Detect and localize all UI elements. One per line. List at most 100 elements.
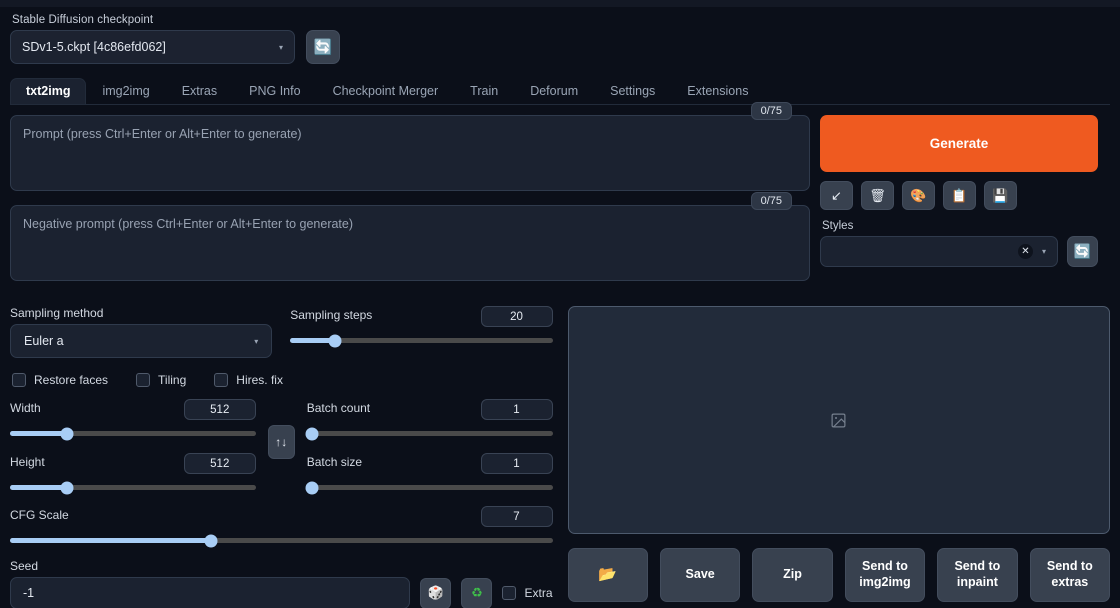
zip-button[interactable]: Zip xyxy=(752,548,833,602)
negative-prompt-input[interactable] xyxy=(10,205,810,281)
cfg-scale-value[interactable]: 7 xyxy=(480,506,553,527)
tiling-checkbox[interactable]: Tiling xyxy=(136,373,186,387)
slider-handle[interactable] xyxy=(204,534,218,547)
tab-checkpoint-merger[interactable]: Checkpoint Merger xyxy=(317,79,455,105)
batch-column: Batch count 1 Batch size 1 xyxy=(305,399,553,494)
generate-button[interactable]: Generate xyxy=(820,115,1098,172)
extra-seed-label: Extra xyxy=(524,586,553,600)
save-style-icon[interactable]: 💾 xyxy=(984,181,1017,210)
send-to-extras-button[interactable]: Send to extras xyxy=(1029,548,1111,602)
styles-select[interactable]: ✕ ▾ xyxy=(820,236,1058,267)
checkpoint-label: Stable Diffusion checkpoint xyxy=(12,14,154,26)
seed-row: 🎲 ♻ Extra xyxy=(10,577,553,608)
tab-img2img[interactable]: img2img xyxy=(86,79,165,105)
settings-panel: Sampling method Euler a ▾ Sampling steps… xyxy=(10,306,553,608)
tab-settings[interactable]: Settings xyxy=(594,79,671,105)
slider-handle[interactable] xyxy=(305,481,319,494)
output-button-row: 📂 Save Zip Send to img2img Send to inpaint… xyxy=(567,548,1111,602)
slider-handle[interactable] xyxy=(60,427,74,440)
paintbrush-icon[interactable]: 🎨 xyxy=(902,181,935,210)
batch-count-slider[interactable] xyxy=(305,427,553,440)
batch-count-head: Batch count 1 xyxy=(307,399,553,420)
send-to-arrow-icon[interactable]: ↙ xyxy=(820,181,853,210)
dice-icon[interactable]: 🎲 xyxy=(420,577,452,608)
slider-fill xyxy=(10,485,67,490)
sampling-steps-label: Sampling steps xyxy=(290,307,373,322)
save-button[interactable]: Save xyxy=(659,548,741,602)
prompt-wrap: 0/75 xyxy=(10,102,810,196)
toggles-row: Restore faces Tiling Hires. fix xyxy=(12,373,553,387)
tab-train[interactable]: Train xyxy=(454,79,514,105)
batch-count-label: Batch count xyxy=(306,400,371,415)
tab-txt2img[interactable]: txt2img xyxy=(10,77,87,104)
slider-handle[interactable] xyxy=(60,481,74,494)
sampler-steps-row: Sampling method Euler a ▾ Sampling steps… xyxy=(10,306,553,358)
top-bar xyxy=(0,0,1120,7)
hires-fix-checkbox[interactable]: Hires. fix xyxy=(214,373,283,387)
extra-seed-checkbox[interactable]: Extra xyxy=(502,586,553,600)
prompt-zone: 0/75 0/75 Generate ↙ 🗑 🎨 📋 💾 Styles ✕ xyxy=(10,102,1110,295)
tiling-label: Tiling xyxy=(158,373,187,387)
clipboard-icon[interactable]: 📋 xyxy=(943,181,976,210)
refresh-checkpoints-icon[interactable]: 🔄 xyxy=(306,30,340,64)
batch-size-head: Batch size 1 xyxy=(307,453,553,474)
close-icon[interactable]: ✕ xyxy=(1017,244,1033,259)
dimensions-row: Width 512 Height 512 ↑↓ Batch count 1 Ba… xyxy=(10,399,553,494)
checkbox-box xyxy=(214,373,229,387)
sampling-steps-value[interactable]: 20 xyxy=(480,306,553,327)
trash-icon[interactable]: 🗑 xyxy=(861,181,894,210)
sampling-method-select[interactable]: Euler a ▾ xyxy=(10,324,273,358)
prompt-token-counter: 0/75 xyxy=(750,102,792,120)
sampling-steps-slider[interactable] xyxy=(290,334,553,347)
sampling-method-value: Euler a xyxy=(24,334,64,348)
batch-size-slider[interactable] xyxy=(305,481,553,494)
width-slider[interactable] xyxy=(10,427,256,440)
height-slider[interactable] xyxy=(10,481,256,494)
height-head: Height 512 xyxy=(10,453,256,474)
checkbox-box xyxy=(502,586,517,600)
tab-png-info[interactable]: PNG Info xyxy=(233,79,316,105)
slider-handle[interactable] xyxy=(328,334,342,347)
batch-size-value[interactable]: 1 xyxy=(480,453,553,474)
sampling-method-label: Sampling method xyxy=(10,306,104,320)
seed-input[interactable] xyxy=(10,577,411,608)
sampling-steps-head: Sampling steps 20 xyxy=(290,306,553,327)
open-folder-button[interactable]: 📂 xyxy=(567,548,648,602)
negative-prompt-wrap: 0/75 xyxy=(10,192,810,286)
chevron-down-icon: ▾ xyxy=(1041,247,1046,256)
send-to-img2img-button[interactable]: Send to img2img xyxy=(844,548,926,602)
send-to-inpaint-button[interactable]: Send to inpaint xyxy=(937,548,1018,602)
batch-count-value[interactable]: 1 xyxy=(480,399,553,420)
slider-handle[interactable] xyxy=(305,427,319,440)
cfg-scale-head: CFG Scale 7 xyxy=(10,506,553,527)
tab-deforum[interactable]: Deforum xyxy=(514,79,594,105)
restore-faces-label: Restore faces xyxy=(34,373,109,387)
slider-fill xyxy=(10,431,67,436)
prompt-column: 0/75 0/75 xyxy=(10,102,810,295)
width-head: Width 512 xyxy=(10,399,256,420)
main-tabs: txt2img img2img Extras PNG Info Checkpoi… xyxy=(10,76,1110,105)
slider-fill xyxy=(10,538,211,543)
prompt-tool-row: ↙ 🗑 🎨 📋 💾 xyxy=(820,181,1098,210)
prompt-input[interactable] xyxy=(10,115,810,191)
height-label: Height xyxy=(10,454,45,469)
image-placeholder-icon xyxy=(831,413,846,427)
width-value[interactable]: 512 xyxy=(183,399,256,420)
tab-extras[interactable]: Extras xyxy=(166,79,233,105)
checkpoint-value: SDv1-5.ckpt [4c86efd062] xyxy=(22,40,166,54)
refresh-styles-icon[interactable]: 🔄 xyxy=(1067,236,1098,267)
swap-dimensions-icon[interactable]: ↑↓ xyxy=(267,425,295,459)
hires-fix-label: Hires. fix xyxy=(236,373,283,387)
chevron-down-icon: ▾ xyxy=(278,42,283,52)
chevron-down-icon: ▾ xyxy=(254,336,259,346)
app-root: Stable Diffusion checkpoint SDv1-5.ckpt … xyxy=(0,7,1120,608)
tab-extensions[interactable]: Extensions xyxy=(671,79,764,105)
recycle-icon[interactable]: ♻ xyxy=(461,577,493,608)
height-value[interactable]: 512 xyxy=(183,453,256,474)
restore-faces-checkbox[interactable]: Restore faces xyxy=(12,373,108,387)
cfg-scale-label: CFG Scale xyxy=(10,507,69,522)
cfg-scale-slider[interactable] xyxy=(10,534,553,547)
output-gallery[interactable] xyxy=(567,306,1110,534)
negative-prompt-token-counter: 0/75 xyxy=(750,192,792,210)
checkpoint-select[interactable]: SDv1-5.ckpt [4c86efd062] ▾ xyxy=(10,30,295,64)
